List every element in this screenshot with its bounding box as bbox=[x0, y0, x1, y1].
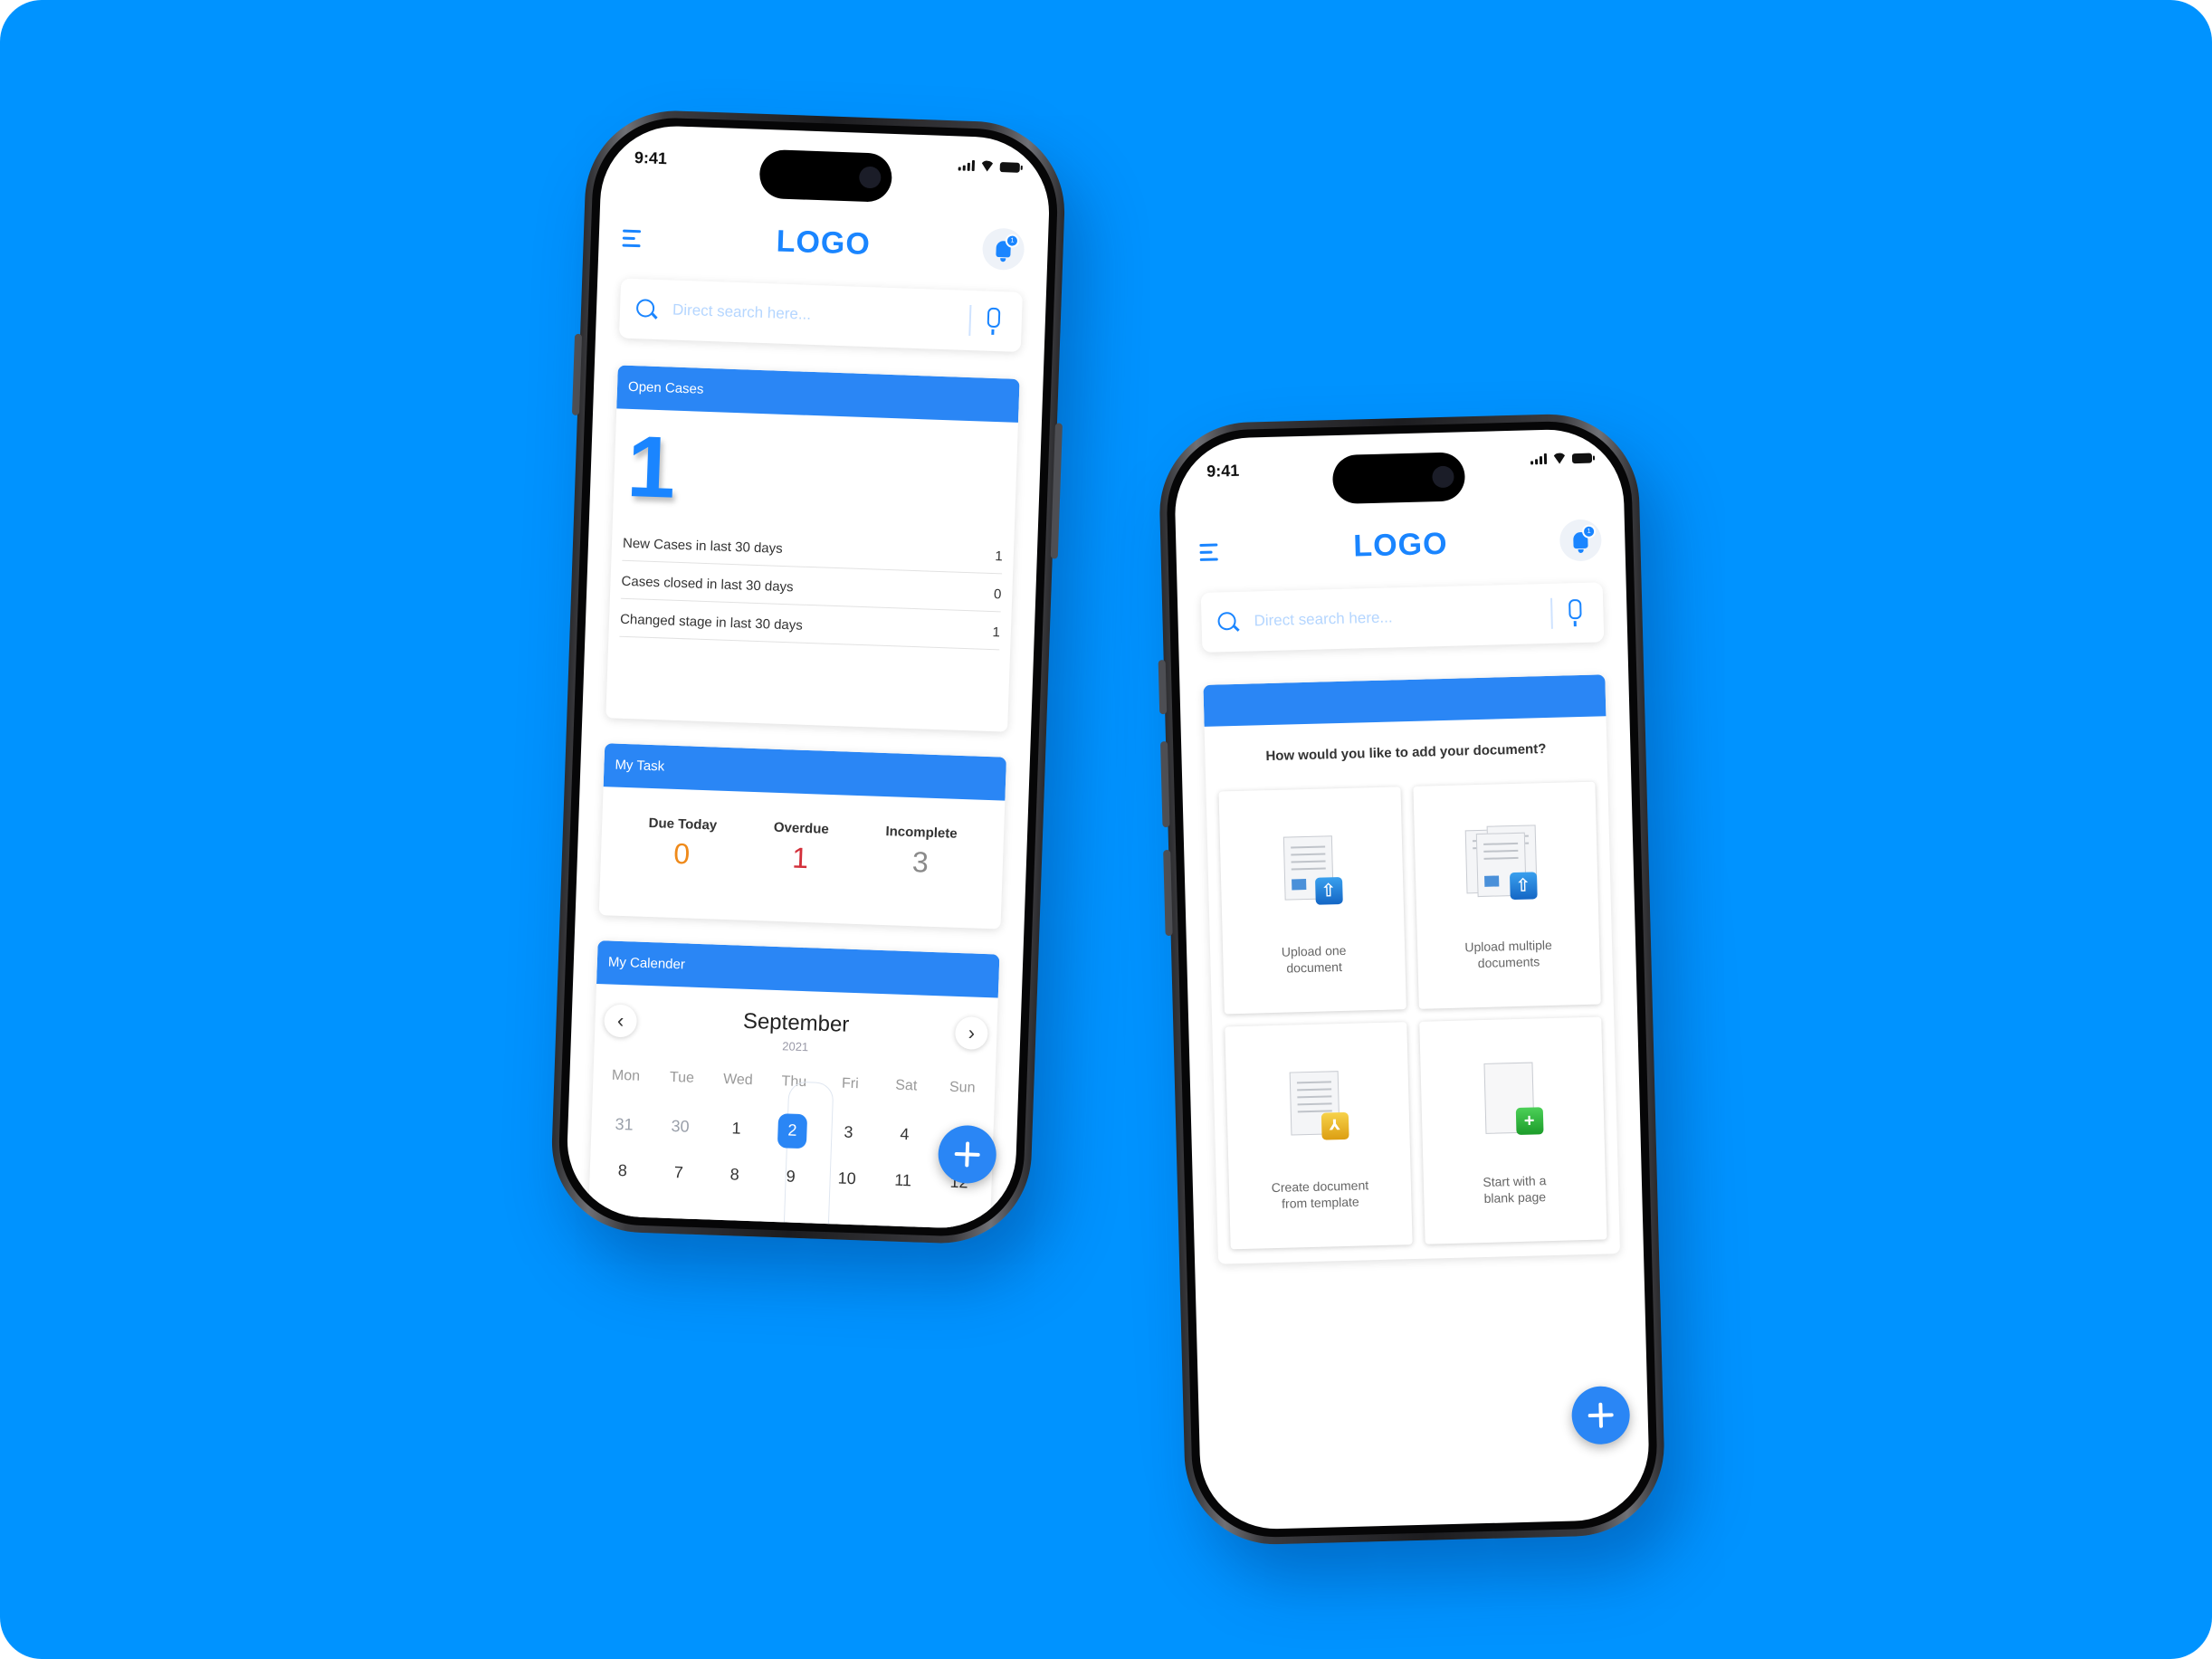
dynamic-island bbox=[1331, 452, 1466, 505]
calendar-date[interactable]: 1 bbox=[710, 1119, 762, 1139]
add-document-card: How would you like to add your document?… bbox=[1203, 674, 1621, 1264]
task-label: Overdue bbox=[773, 819, 830, 837]
status-time: 9:41 bbox=[634, 148, 668, 168]
power-button bbox=[1050, 423, 1063, 559]
microphone-icon[interactable] bbox=[1568, 598, 1582, 620]
task-value: 3 bbox=[911, 845, 930, 879]
screen-dashboard: 9:41 LOGO 1 Op bbox=[565, 123, 1052, 1231]
my-task-card[interactable]: My Task Due Today 0 Overdue 1 Incomplete… bbox=[598, 743, 1007, 930]
open-cases-title: Open Cases bbox=[616, 365, 1020, 423]
volume-up-button bbox=[1160, 740, 1170, 828]
option-label-line1: Start with a bbox=[1483, 1173, 1547, 1190]
add-document-card-header bbox=[1203, 674, 1607, 727]
upload-document-icon: ⇧ bbox=[1279, 832, 1344, 915]
option-label-line1: Create document bbox=[1271, 1178, 1369, 1196]
phone-add-document: 9:41 LOGO 1 Direct search here... How wo… bbox=[1157, 412, 1667, 1547]
stat-label: Cases closed in last 30 days bbox=[621, 573, 794, 596]
screen-add-document: 9:41 LOGO 1 Direct search here... How wo… bbox=[1173, 427, 1651, 1531]
stat-value: 1 bbox=[992, 625, 1001, 641]
stat-label: Changed stage in last 30 days bbox=[619, 611, 804, 634]
stat-value: 0 bbox=[993, 586, 1002, 603]
signal-icon bbox=[1530, 453, 1548, 465]
calendar-date-selected[interactable]: 2 bbox=[767, 1120, 818, 1141]
search-divider bbox=[1550, 597, 1553, 629]
signal-icon bbox=[958, 159, 976, 172]
option-label-line1: Upload one bbox=[1281, 942, 1347, 959]
calendar-date[interactable]: 31 bbox=[598, 1114, 650, 1135]
calendar-date[interactable]: 11 bbox=[877, 1170, 929, 1191]
add-document-question: How would you like to add your document? bbox=[1265, 741, 1547, 765]
weekday-label: Fri bbox=[841, 1075, 859, 1092]
weekday-label: Sat bbox=[895, 1077, 918, 1094]
task-value: 1 bbox=[791, 841, 809, 875]
search-icon bbox=[1217, 611, 1236, 631]
option-label-line2: blank page bbox=[1483, 1189, 1547, 1206]
camera-icon bbox=[1432, 465, 1454, 489]
search-bar bbox=[1200, 582, 1605, 653]
notification-badge: 1 bbox=[1581, 524, 1597, 539]
weekday-label: Wed bbox=[722, 1071, 754, 1089]
option-label-line2: from template bbox=[1281, 1194, 1359, 1212]
calendar-date[interactable]: 7 bbox=[653, 1162, 704, 1183]
microphone-icon[interactable] bbox=[987, 307, 1001, 329]
create-from-template-option[interactable]: ⅄ Create document from template bbox=[1225, 1022, 1413, 1250]
weekday-label: Sun bbox=[949, 1079, 976, 1096]
status-icons bbox=[1530, 453, 1593, 465]
mockup-background: 9:41 LOGO 1 Op bbox=[0, 0, 2212, 1659]
battery-icon bbox=[1571, 453, 1593, 464]
option-label-line2: documents bbox=[1477, 954, 1540, 971]
task-label: Incomplete bbox=[885, 824, 958, 842]
app-header: LOGO 1 bbox=[598, 211, 1049, 281]
stat-value: 1 bbox=[995, 548, 1004, 565]
task-value: 0 bbox=[672, 836, 691, 871]
search-icon bbox=[635, 299, 655, 318]
open-cases-count: 1 bbox=[625, 417, 678, 517]
notification-badge: 1 bbox=[1005, 234, 1020, 248]
start-blank-page-option[interactable]: + Start with a blank page bbox=[1419, 1016, 1607, 1244]
calendar-date[interactable]: 8 bbox=[596, 1160, 648, 1181]
search-divider bbox=[968, 304, 972, 337]
search-input[interactable] bbox=[1252, 605, 1492, 632]
option-label-line1: Upload multiple bbox=[1464, 937, 1553, 955]
search-input[interactable] bbox=[670, 300, 911, 329]
selected-date-number: 2 bbox=[787, 1120, 797, 1139]
wifi-icon bbox=[1552, 453, 1567, 463]
upload-multiple-documents-icon: ⇧ bbox=[1464, 825, 1539, 910]
mute-switch bbox=[1158, 660, 1168, 715]
battery-icon bbox=[999, 162, 1020, 173]
app-logo: LOGO bbox=[1352, 526, 1448, 564]
app-header: LOGO 1 bbox=[1176, 515, 1626, 581]
calendar-date[interactable]: 8 bbox=[709, 1165, 760, 1186]
camera-icon bbox=[858, 166, 882, 189]
stat-label: New Cases in last 30 days bbox=[622, 535, 783, 557]
blank-page-icon: + bbox=[1480, 1062, 1545, 1145]
search-bar bbox=[618, 278, 1023, 352]
task-incomplete[interactable]: Incomplete 3 bbox=[884, 824, 958, 881]
calendar-date[interactable]: 30 bbox=[654, 1116, 706, 1137]
upload-one-document-option[interactable]: ⇧ Upload one document bbox=[1218, 787, 1406, 1015]
template-document-icon: ⅄ bbox=[1285, 1067, 1350, 1150]
today-column-highlight bbox=[782, 1081, 834, 1231]
task-label: Due Today bbox=[648, 815, 718, 834]
app-logo: LOGO bbox=[776, 224, 872, 262]
volume-down-button bbox=[1163, 849, 1173, 937]
calendar-date[interactable]: 4 bbox=[879, 1124, 930, 1145]
next-month-button[interactable]: › bbox=[954, 1015, 988, 1051]
volume-up-button bbox=[571, 333, 583, 415]
wifi-icon bbox=[980, 160, 995, 172]
weekday-label: Mon bbox=[611, 1067, 641, 1084]
task-overdue[interactable]: Overdue 1 bbox=[772, 820, 829, 876]
status-time: 9:41 bbox=[1206, 461, 1240, 481]
phone-dashboard: 9:41 LOGO 1 Op bbox=[548, 108, 1068, 1246]
open-cases-card[interactable]: Open Cases 1 New Cases in last 30 days 1… bbox=[605, 365, 1020, 732]
upload-multiple-documents-option[interactable]: ⇧ Upload multiple documents bbox=[1413, 781, 1601, 1009]
dynamic-island bbox=[758, 148, 893, 203]
option-label-line2: document bbox=[1286, 959, 1343, 976]
task-due-today[interactable]: Due Today 0 bbox=[647, 815, 718, 872]
my-calendar-card: My Calender ‹ September 2021 › Mon Tue W… bbox=[586, 940, 1000, 1231]
add-fab-button[interactable] bbox=[1570, 1385, 1631, 1445]
status-icons bbox=[958, 159, 1020, 173]
weekday-label: Tue bbox=[669, 1069, 695, 1086]
